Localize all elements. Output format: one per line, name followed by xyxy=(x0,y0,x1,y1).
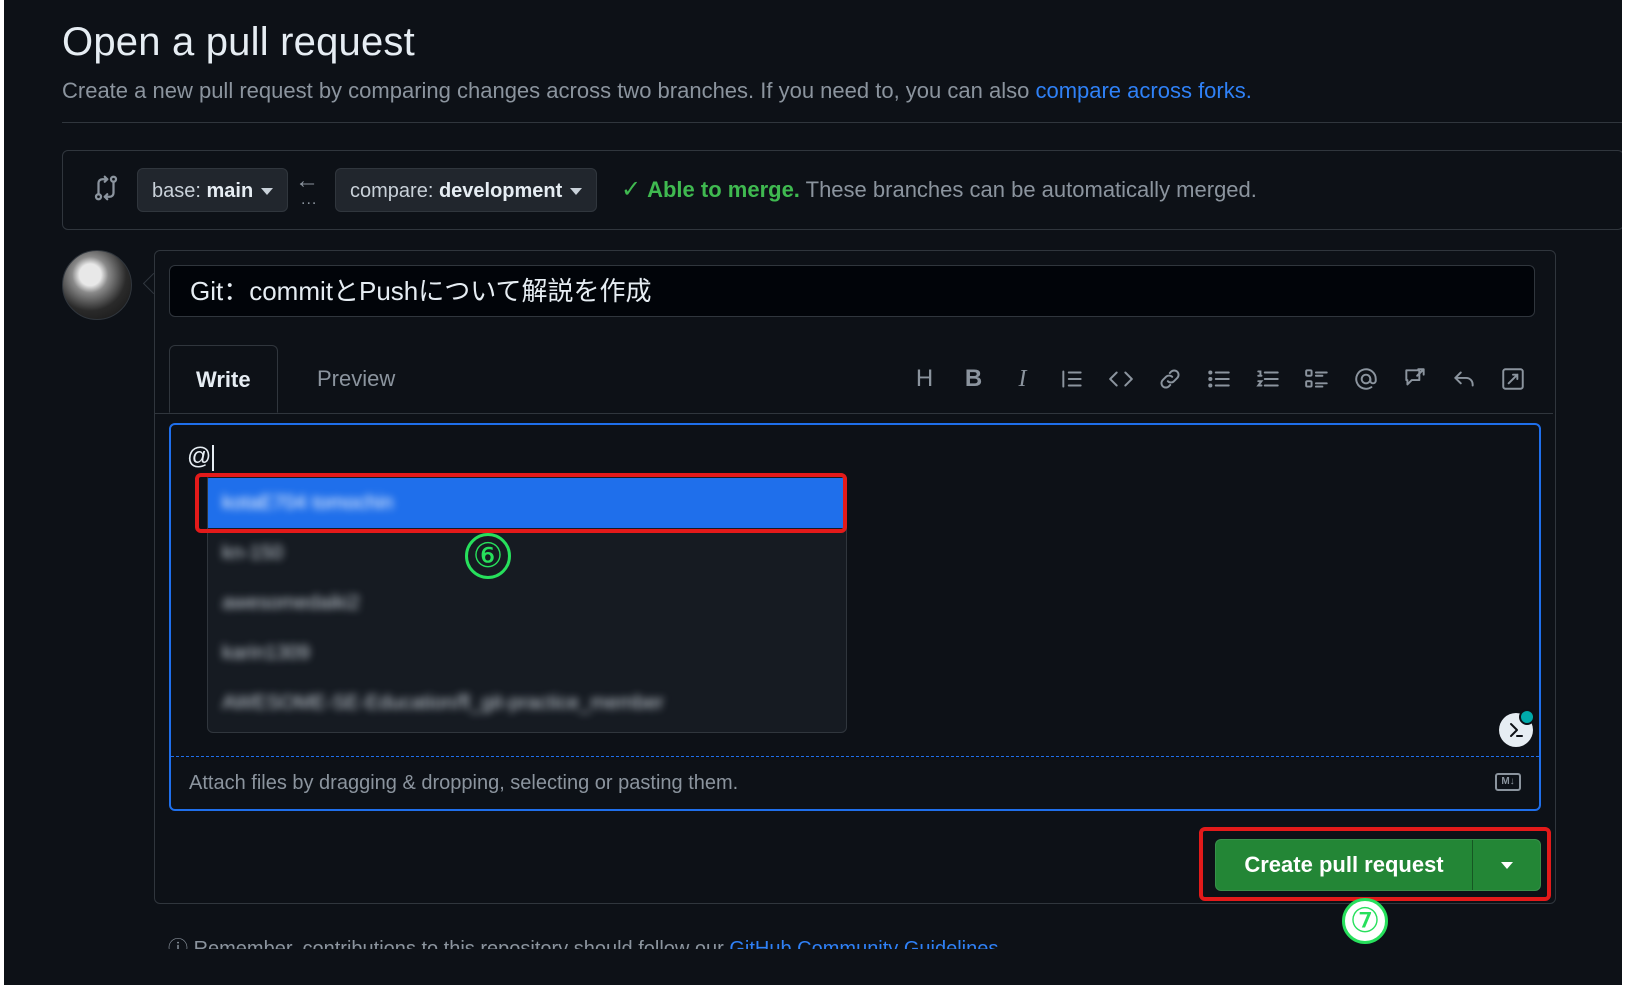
reply-icon[interactable] xyxy=(1439,363,1488,395)
quote-icon[interactable] xyxy=(1047,363,1096,395)
suggestion-item[interactable]: awesomedaiki2 xyxy=(208,578,846,628)
base-branch-select[interactable]: base: main xyxy=(137,168,289,212)
annotation-highlight-suggestion xyxy=(195,473,847,533)
status-dot xyxy=(1519,709,1535,725)
annotation-step-6: ⑥ xyxy=(465,533,511,579)
pull-request-form: Git：commitとPushについて解説を作成 Write Preview H… xyxy=(154,250,1556,904)
ellipsis-text: ... xyxy=(301,191,318,208)
bold-icon[interactable]: B xyxy=(949,363,998,395)
chevron-down-icon xyxy=(570,188,583,196)
editor-content: @ xyxy=(187,443,215,471)
app-window: Open a pull request Create a new pull re… xyxy=(4,0,1622,985)
chevron-down-icon xyxy=(261,188,274,196)
text-cursor xyxy=(212,444,215,471)
tab-write[interactable]: Write xyxy=(169,345,278,413)
base-label: base: xyxy=(152,180,201,202)
unordered-list-icon[interactable] xyxy=(1194,363,1243,395)
task-list-icon[interactable] xyxy=(1292,363,1341,395)
code-icon[interactable] xyxy=(1096,363,1145,395)
suggestion-item[interactable]: kn-150 xyxy=(208,528,846,578)
compare-label: compare: xyxy=(350,180,434,202)
italic-icon[interactable]: I xyxy=(998,363,1047,395)
branch-compare-bar: base: main ← ... compare: development ✓ A… xyxy=(62,150,1622,230)
check-icon: ✓ xyxy=(621,176,642,203)
annotation-highlight-create xyxy=(1199,827,1551,901)
pr-title-input[interactable]: Git：commitとPushについて解説を作成 xyxy=(169,265,1535,317)
compare-across-forks-link[interactable]: compare across forks. xyxy=(1035,78,1251,103)
markdown-toolbar: H B I xyxy=(900,363,1537,395)
subtitle-text: Create a new pull request by comparing c… xyxy=(62,78,1036,103)
tab-preview[interactable]: Preview xyxy=(291,345,421,413)
heading-icon[interactable]: H xyxy=(900,363,949,395)
suggestion-item[interactable]: AWESOME-SE-Education/fl_git-practice_mem… xyxy=(208,678,846,728)
link-icon[interactable] xyxy=(1145,363,1194,395)
suggestion-item[interactable]: karin1309 xyxy=(208,628,846,678)
merge-status: ✓ Able to merge. These branches can be au… xyxy=(621,175,1257,204)
annotation-step-7: ⑦ xyxy=(1342,898,1388,944)
compare-branch-value: development xyxy=(438,180,563,202)
attach-files-bar[interactable]: Attach files by dragging & dropping, sel… xyxy=(171,756,1539,809)
mention-icon[interactable] xyxy=(1341,363,1390,395)
page-title: Open a pull request xyxy=(62,20,415,64)
merge-ok-text: Able to merge. xyxy=(647,177,800,202)
base-branch-value: main xyxy=(206,180,254,202)
suggestion-username: awesomedaiki2 xyxy=(222,592,360,614)
attach-files-text: Attach files by dragging & dropping, sel… xyxy=(189,772,739,794)
suggestion-username: karin1309 xyxy=(222,642,310,664)
markdown-icon[interactable]: M↓ xyxy=(1495,773,1521,791)
git-compare-icon xyxy=(91,173,121,203)
suggestion-username: kn-150 xyxy=(222,542,284,564)
divider xyxy=(62,122,1622,123)
suggestion-username: AWESOME-SE-Education/fl_git-practice_mem… xyxy=(222,692,664,714)
cross-reference-icon[interactable] xyxy=(1390,363,1439,395)
page-subtitle: Create a new pull request by comparing c… xyxy=(62,78,1252,104)
fullscreen-icon[interactable] xyxy=(1488,363,1537,395)
page-bottom xyxy=(4,949,1622,985)
merge-detail-text: These branches can be automatically merg… xyxy=(799,177,1257,202)
ordered-list-icon[interactable] xyxy=(1243,363,1292,395)
copilot-icon[interactable] xyxy=(1499,709,1535,747)
avatar[interactable] xyxy=(62,250,132,320)
editor-typed-text: @ xyxy=(187,443,212,470)
compare-branch-select[interactable]: compare: development xyxy=(335,168,598,212)
